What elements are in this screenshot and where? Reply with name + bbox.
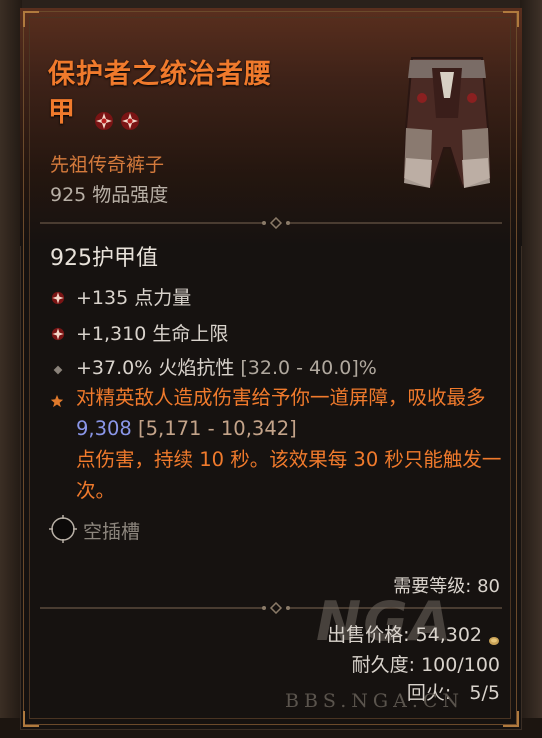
durability: 耐久度: 100/100 bbox=[351, 654, 500, 676]
socket-icon bbox=[48, 514, 78, 544]
frame-corner bbox=[503, 11, 519, 27]
item-name: 保护者之统治者腰 甲 bbox=[48, 56, 358, 133]
section-divider bbox=[40, 214, 502, 230]
legendary-star-icon bbox=[50, 393, 66, 409]
affix-fire-resist: +37.0% 火焰抗性 [32.0 - 40.0]% bbox=[50, 353, 377, 380]
background-right bbox=[520, 0, 542, 738]
greater-affix-icon bbox=[50, 288, 66, 310]
sell-price: 出售价格: 54,302 bbox=[327, 620, 500, 647]
item-name-line2: 甲 bbox=[48, 97, 76, 128]
affix-life: +1,310 生命上限 bbox=[50, 319, 228, 346]
gold-coin-icon bbox=[488, 630, 500, 645]
legendary-aspect: 对精英敌人造成伤害给予你一道屏障，吸收最多 9,308 [5,171 - 10,… bbox=[76, 386, 502, 502]
socket-label: 空插槽 bbox=[83, 521, 141, 543]
watermark-url: BBS.NGA.CN bbox=[285, 690, 465, 712]
frame-corner bbox=[23, 11, 39, 27]
greater-affix-icon bbox=[50, 324, 66, 346]
item-power: 925 物品强度 bbox=[50, 184, 169, 206]
item-tooltip: 保护者之统治者腰 甲 先祖传奇裤子 925 物品强度 925护甲值 +135 点… bbox=[20, 8, 522, 730]
frame-corner bbox=[503, 711, 519, 727]
frame-corner bbox=[23, 711, 39, 727]
affix-strength: +135 点力量 bbox=[50, 283, 191, 310]
armor-value: 925护甲值 bbox=[50, 246, 158, 271]
item-name-line1: 保护者之统治者腰 bbox=[48, 59, 272, 90]
ancestral-marks bbox=[94, 95, 146, 133]
ancestral-star-icon bbox=[120, 104, 140, 130]
ancestral-star-icon bbox=[94, 104, 114, 130]
item-image-pants bbox=[402, 38, 492, 194]
background-left bbox=[0, 0, 22, 738]
item-type: 先祖传奇裤子 bbox=[50, 154, 165, 176]
diamond-bullet-icon bbox=[50, 358, 66, 380]
